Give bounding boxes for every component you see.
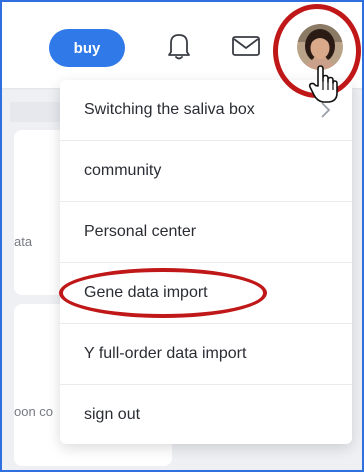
profile-dropdown-menu: Switching the saliva box community Perso… — [60, 80, 352, 444]
bell-icon[interactable] — [166, 31, 192, 61]
menu-item-label: sign out — [84, 406, 141, 423]
menu-item-sign-out[interactable]: sign out — [60, 385, 352, 445]
menu-item-y-full-order-data-import[interactable]: Y full-order data import — [60, 324, 352, 384]
menu-item-label: Switching the saliva box — [84, 101, 255, 118]
menu-item-personal-center[interactable]: Personal center — [60, 202, 352, 262]
menu-item-gene-data-import[interactable]: Gene data import — [60, 263, 352, 323]
buy-button[interactable]: buy — [49, 29, 125, 67]
screenshot-frame: buy ata oon co Switching the saliva box … — [0, 0, 364, 472]
menu-item-label: community — [84, 162, 162, 179]
menu-item-label: Gene data import — [84, 284, 208, 301]
background-card-text: ata — [14, 234, 33, 249]
mail-icon[interactable] — [231, 34, 261, 58]
menu-item-label: Personal center — [84, 223, 197, 240]
background-card-text: oon co — [14, 404, 54, 419]
hand-cursor-icon — [308, 65, 338, 103]
menu-item-community[interactable]: community — [60, 141, 352, 201]
menu-item-label: Y full-order data import — [84, 345, 247, 362]
